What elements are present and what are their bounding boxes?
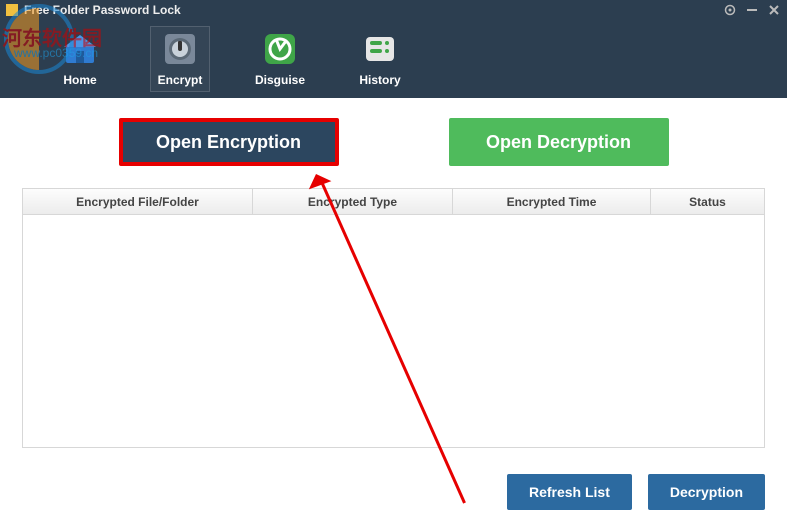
encrypt-icon: [160, 29, 200, 69]
col-status[interactable]: Status: [651, 189, 764, 214]
settings-icon[interactable]: [723, 3, 737, 17]
toolbar-disguise[interactable]: Disguise: [250, 26, 310, 92]
window-title: Free Folder Password Lock: [24, 3, 181, 17]
open-encryption-button[interactable]: Open Encryption: [119, 118, 339, 166]
col-file[interactable]: Encrypted File/Folder: [23, 189, 253, 214]
main-toolbar: Home Encrypt Disguise History: [0, 20, 787, 98]
home-icon: [60, 29, 100, 69]
toolbar-home[interactable]: Home: [50, 26, 110, 92]
col-time[interactable]: Encrypted Time: [453, 189, 651, 214]
col-type[interactable]: Encrypted Type: [253, 189, 453, 214]
refresh-list-button[interactable]: Refresh List: [507, 474, 632, 510]
toolbar-label: Home: [51, 73, 109, 87]
decryption-button[interactable]: Decryption: [648, 474, 765, 510]
toolbar-label: Disguise: [251, 73, 309, 87]
titlebar: Free Folder Password Lock: [0, 0, 787, 20]
app-icon: [6, 4, 18, 16]
disguise-icon: [260, 29, 300, 69]
close-icon[interactable]: [767, 3, 781, 17]
minimize-icon[interactable]: [745, 3, 759, 17]
open-decryption-button[interactable]: Open Decryption: [449, 118, 669, 166]
grid-header: Encrypted File/Folder Encrypted Type Enc…: [23, 189, 764, 215]
toolbar-label: Encrypt: [151, 73, 209, 87]
toolbar-history[interactable]: History: [350, 26, 410, 92]
content-area: Open Encryption Open Decryption Encrypte…: [0, 98, 787, 448]
toolbar-label: History: [351, 73, 409, 87]
encrypted-grid: Encrypted File/Folder Encrypted Type Enc…: [22, 188, 765, 448]
history-icon: [360, 29, 400, 69]
toolbar-encrypt[interactable]: Encrypt: [150, 26, 210, 92]
